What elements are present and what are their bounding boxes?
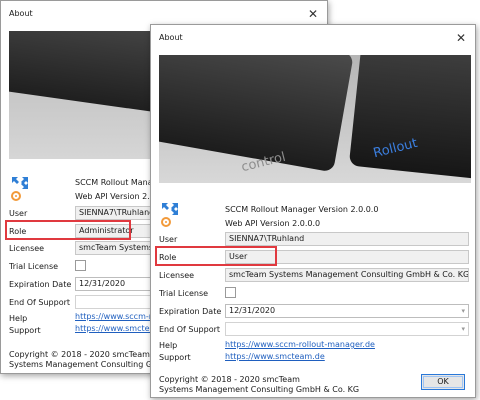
close-button[interactable]: ✕: [303, 5, 323, 23]
expiration-date-value: 12/31/2020: [229, 306, 276, 315]
chevron-down-icon[interactable]: ▾: [461, 305, 465, 318]
dialog-title: About: [9, 9, 33, 18]
trial-license-label: Trial License: [159, 289, 209, 298]
api-version: Web API Version 2.0.: [75, 192, 158, 201]
help-link[interactable]: https://www.sccm-rol: [75, 312, 159, 321]
copyright-line-2: Systems Management Consulting GmbH: [9, 360, 171, 369]
support-label: Support: [9, 326, 41, 335]
copyright-line-2: Systems Management Consulting GmbH & Co.…: [159, 385, 360, 394]
end-of-support-field[interactable]: ▾: [225, 322, 469, 336]
support-link[interactable]: https://www.smcteam.de: [225, 352, 325, 361]
end-of-support-label: End Of Support: [159, 325, 221, 334]
product-name: SCCM Rollout Manager Version 2.0.0.0: [225, 205, 379, 214]
hero-image: control Rollout: [159, 55, 471, 183]
copyright-line-1: Copyright © 2018 - 2020 smcTeam: [159, 375, 300, 384]
user-field: SIENNA7\TRuhland: [225, 232, 469, 246]
gear-icon: [11, 191, 21, 201]
help-label: Help: [9, 314, 28, 323]
title-bar: About ✕: [151, 25, 475, 51]
expiration-date-field[interactable]: 12/31/2020 ▾: [225, 304, 469, 318]
trial-license-label: Trial License: [9, 262, 59, 271]
dialog-title: About: [159, 33, 183, 42]
expiration-date-label: Expiration Date: [159, 307, 222, 316]
end-of-support-label: End Of Support: [9, 298, 71, 307]
user-label: User: [159, 235, 178, 244]
gear-icon: [161, 217, 171, 227]
role-highlight: [5, 220, 131, 240]
licensee-label: Licensee: [9, 244, 45, 253]
expiration-date-label: Expiration Date: [9, 280, 72, 289]
trial-license-checkbox[interactable]: [75, 260, 86, 271]
chevron-down-icon[interactable]: ▾: [461, 323, 465, 336]
control-key: [159, 55, 354, 173]
trial-license-checkbox[interactable]: [225, 287, 236, 298]
licensee-field: smcTeam Systems Management Consulting Gm…: [225, 268, 469, 282]
ok-button-label: OK: [437, 377, 449, 386]
help-label: Help: [159, 341, 178, 350]
close-button[interactable]: ✕: [451, 29, 471, 47]
role-highlight: [155, 246, 277, 266]
support-label: Support: [159, 353, 191, 362]
about-dialog-front: About ✕ control Rollout SCCM Rollout Man…: [150, 24, 476, 398]
user-label: User: [9, 209, 28, 218]
ok-button[interactable]: OK: [421, 374, 465, 390]
api-version: Web API Version 2.0.0.0: [225, 219, 321, 228]
licensee-label: Licensee: [159, 271, 195, 280]
rollout-key: [348, 55, 471, 180]
help-link[interactable]: https://www.sccm-rollout-manager.de: [225, 340, 375, 349]
copyright-line-1: Copyright © 2018 - 2020 smcTeam: [9, 350, 150, 359]
